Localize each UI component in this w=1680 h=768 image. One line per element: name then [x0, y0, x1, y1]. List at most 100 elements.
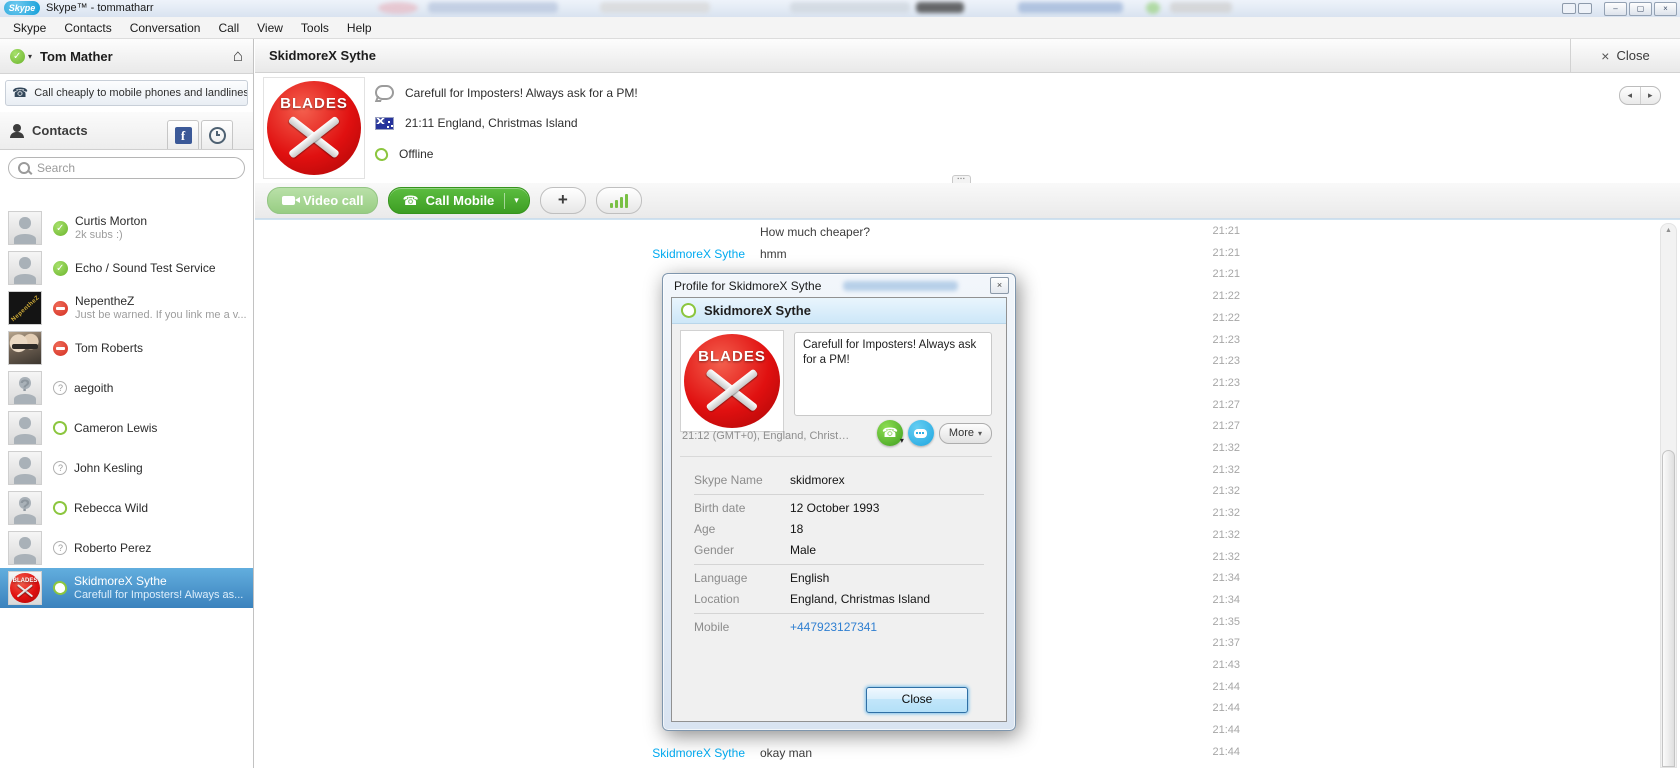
profile-field-row: Language English [694, 568, 984, 589]
profile-field-row: Mobile +447923127341 [694, 617, 984, 638]
banner-label: Call cheaply to mobile phones and landli… [34, 87, 248, 99]
phone-icon: ☎ [402, 192, 419, 208]
blurred-tab [1018, 2, 1123, 13]
blurred-tab [790, 2, 910, 13]
contact-row[interactable]: Cameron Lewis [0, 408, 253, 448]
menu-item-skype[interactable]: Skype [4, 19, 55, 37]
mobile-link[interactable]: +447923127341 [790, 617, 877, 638]
contact-name: aegoith [74, 380, 114, 395]
call-button[interactable]: ☎ ▾ [876, 420, 904, 446]
more-button[interactable]: More ▾ [938, 422, 992, 444]
message-sender[interactable]: SkidmoreX Sythe [455, 746, 745, 760]
pager-prev-button[interactable]: ◂ [1620, 87, 1640, 104]
video-call-button[interactable]: Video call [267, 187, 379, 214]
contact-row[interactable]: BLADES SkidmoreX Sythe Carefull for Impo… [0, 568, 253, 608]
mood-row: Carefull for Imposters! Always ask for a… [375, 85, 638, 100]
contact-status-icon [53, 300, 68, 316]
close-button[interactable]: × [1654, 2, 1677, 16]
add-participants-button[interactable]: + [539, 187, 586, 214]
user-bar: ▾ Tom Mather ⌂ [0, 39, 253, 74]
titlebar-button[interactable] [1578, 3, 1592, 14]
message-time: 21:32 [1212, 485, 1240, 498]
profile-fields: Skype Name skidmorex Birth date 12 Octob… [694, 470, 984, 638]
profile-field-row: Birth date 12 October 1993 [694, 498, 984, 519]
contact-row[interactable]: Echo / Sound Test Service [0, 248, 253, 288]
message-time: 21:44 [1212, 724, 1240, 737]
contact-row[interactable]: Roberto Perez [0, 528, 253, 568]
menu-item-call[interactable]: Call [209, 19, 248, 37]
plus-icon: + [557, 189, 568, 209]
close-label: Close [1616, 48, 1650, 63]
contact-row[interactable]: Curtis Morton 2k subs :) [0, 208, 253, 248]
camera-icon [282, 196, 300, 205]
chevron-down-icon[interactable]: ▾ [514, 195, 519, 206]
menu-item-view[interactable]: View [248, 19, 292, 37]
message-time: 21:44 [1212, 680, 1240, 693]
home-icon[interactable]: ⌂ [233, 46, 243, 66]
message-time: 21:32 [1212, 528, 1240, 541]
contact-avatar [8, 411, 42, 445]
menu-item-help[interactable]: Help [338, 19, 381, 37]
dialog-close-action-button[interactable]: Close [866, 687, 968, 713]
video-call-label: Video call [303, 193, 364, 208]
contact-avatar [8, 451, 42, 485]
avatar-text: BLADES [698, 348, 766, 366]
dialog-title: Profile for SkidmoreX Sythe [674, 278, 822, 293]
search-box [8, 157, 245, 179]
blurred-tab [428, 2, 558, 13]
conversation-close-button[interactable]: × Close [1570, 39, 1680, 72]
message-time: 21:22 [1212, 290, 1240, 303]
menu-item-conversation[interactable]: Conversation [121, 19, 210, 37]
profile-mood[interactable]: Carefull for Imposters! Always ask for a… [794, 332, 992, 416]
message-time: 21:34 [1212, 572, 1240, 585]
chat-button[interactable] [907, 420, 934, 446]
contact-avatar: ? [8, 371, 42, 405]
message-time: 21:23 [1212, 376, 1240, 389]
divider [680, 456, 992, 457]
profile-name: SkidmoreX Sythe [704, 303, 811, 318]
contact-status-icon [53, 340, 68, 356]
contact-name: Cameron Lewis [74, 420, 158, 435]
profile-field-row: Skype Name skidmorex [694, 470, 984, 491]
contact-avatar: BLADES [8, 571, 42, 605]
chevron-down-icon[interactable]: ▾ [28, 52, 32, 61]
contact-name: Tom Roberts [75, 340, 144, 355]
message-time: 21:21 [1212, 225, 1240, 237]
facebook-tab[interactable]: f [167, 120, 199, 149]
menu-item-tools[interactable]: Tools [292, 19, 338, 37]
profile-avatar: BLADES [680, 330, 784, 432]
profile-dialog: Profile for SkidmoreX Sythe × SkidmoreX … [662, 273, 1016, 731]
field-label: Gender [694, 543, 735, 557]
field-value: 18 [790, 522, 804, 536]
sidebar: ▾ Tom Mather ⌂ ☎ Call cheaply to mobile … [0, 39, 254, 768]
more-label: More [948, 427, 974, 439]
field-value: English [790, 571, 830, 585]
call-cheaply-banner[interactable]: ☎ Call cheaply to mobile phones and land… [5, 80, 248, 106]
search-input[interactable] [8, 157, 245, 179]
contacts-header: Contacts f [0, 112, 253, 150]
dialog-titlebar[interactable]: Profile for SkidmoreX Sythe × [663, 274, 1015, 297]
contact-row[interactable]: ? aegoith [0, 368, 253, 408]
contact-row[interactable]: John Kesling [0, 448, 253, 488]
field-divider [694, 613, 984, 614]
contact-row[interactable]: Tom Roberts [0, 328, 253, 368]
titlebar-button[interactable] [1562, 3, 1576, 14]
conversation-pager: ◂ ▸ [1619, 86, 1661, 105]
contact-row[interactable]: NepentheZ NepentheZ Just be warned. If y… [0, 288, 253, 328]
maximize-button[interactable]: ▢ [1629, 2, 1652, 16]
recent-tab[interactable] [201, 120, 233, 149]
presence-row: Offline [373, 146, 433, 162]
minimize-button[interactable]: – [1604, 2, 1627, 16]
dialog-close-icon[interactable]: × [990, 277, 1009, 294]
pager-next-button[interactable]: ▸ [1639, 87, 1661, 104]
contact-row[interactable]: ? Rebecca Wild [0, 488, 253, 528]
field-label: Age [694, 522, 716, 536]
call-quality-button[interactable] [595, 187, 642, 214]
menu-item-contacts[interactable]: Contacts [55, 19, 120, 37]
blurred-tab [1170, 2, 1232, 13]
chat-bubble-icon [914, 428, 928, 438]
user-status-icon[interactable] [10, 48, 25, 64]
call-mobile-button[interactable]: ☎ Call Mobile ▾ [388, 187, 530, 214]
message-sender[interactable]: SkidmoreX Sythe [455, 247, 745, 261]
contact-status-icon [53, 461, 67, 475]
